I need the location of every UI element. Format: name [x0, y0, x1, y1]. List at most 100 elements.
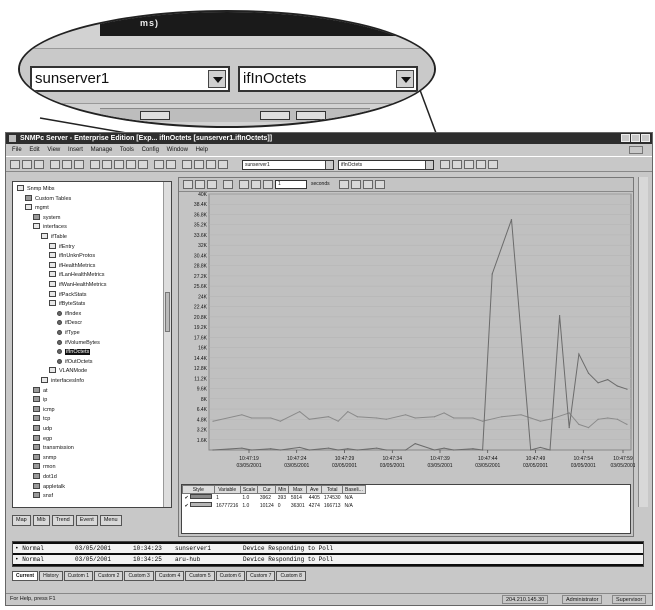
variable-combo-zoomed[interactable]: ifInOctets: [238, 66, 418, 92]
toolbar-button[interactable]: [34, 160, 44, 169]
chevron-down-icon[interactable]: [396, 70, 414, 88]
col-max[interactable]: Max: [288, 485, 308, 494]
tab-menu[interactable]: Menu: [99, 515, 122, 526]
row-check[interactable]: ✔: [183, 502, 215, 510]
tree-item[interactable]: ifPackStats: [49, 290, 87, 300]
toolbar-button[interactable]: [154, 160, 164, 169]
tree-item[interactable]: ifWanHealthMetrics: [49, 281, 106, 290]
tab-custom-6[interactable]: Custom 6: [215, 571, 246, 581]
toolbar-button[interactable]: [126, 160, 136, 169]
agent-select[interactable]: sunserver1: [242, 160, 334, 170]
toolbar-button[interactable]: [440, 160, 450, 169]
col-min[interactable]: Min: [275, 485, 290, 494]
row-check[interactable]: ✔: [183, 494, 215, 502]
tab-custom-1[interactable]: Custom 1: [63, 571, 94, 581]
tab-trend[interactable]: Trend: [51, 515, 74, 526]
col-total[interactable]: Total: [321, 485, 344, 494]
tree-item[interactable]: rmon: [33, 463, 56, 472]
col-ave[interactable]: Ave: [306, 485, 323, 494]
menu-config[interactable]: Config: [142, 147, 159, 153]
tree-item[interactable]: interfacesInfo: [41, 377, 84, 386]
toolbar-button[interactable]: [114, 160, 124, 169]
table-row[interactable]: ✔ 16777216 1.0 10124 0 36301 4274 166713…: [183, 502, 366, 510]
tree-item[interactable]: snsf: [33, 492, 53, 501]
close-button[interactable]: [641, 134, 650, 142]
tree-item[interactable]: ifType: [57, 329, 80, 338]
tree-item[interactable]: VLANMode: [49, 367, 87, 376]
tree-item[interactable]: ifVolumeBytes: [57, 339, 100, 348]
tree-item[interactable]: ifLanHealthMetrics: [49, 271, 105, 280]
toolbar-button[interactable]: [464, 160, 474, 169]
tree-item[interactable]: transmission: [33, 444, 74, 453]
toolbar-button[interactable]: [182, 160, 192, 169]
scrollbar-thumb[interactable]: [165, 292, 170, 332]
tree-item[interactable]: ifInUnknProtos: [49, 252, 95, 261]
tree-item[interactable]: egp: [33, 434, 52, 444]
tree-item[interactable]: udp: [33, 425, 52, 434]
toolbar-button[interactable]: [90, 160, 100, 169]
chart-tool-button[interactable]: [251, 180, 261, 189]
tree-item[interactable]: Snmp Mibs: [17, 185, 55, 194]
toolbar-button[interactable]: [206, 160, 216, 169]
tab-custom-3[interactable]: Custom 3: [124, 571, 154, 581]
tab-custom-5[interactable]: Custom 5: [185, 571, 215, 581]
col-cur[interactable]: Cur: [257, 485, 277, 494]
toolbar-button[interactable]: [10, 160, 20, 169]
chevron-down-icon[interactable]: [208, 70, 226, 88]
tree-item[interactable]: ifByteStats: [49, 300, 85, 309]
chart-tool-button[interactable]: [375, 180, 385, 189]
chart-tool-button[interactable]: [195, 180, 205, 189]
tree-item[interactable]: snmp: [33, 453, 56, 463]
menu-view[interactable]: View: [47, 147, 60, 153]
chevron-down-icon[interactable]: [425, 161, 433, 169]
tree-item[interactable]: system: [33, 213, 60, 223]
table-row[interactable]: ✔ 1 1.0 3962 393 5914 4405 174530 N/A: [183, 494, 366, 502]
toolbar-button[interactable]: [138, 160, 148, 169]
menu-manage[interactable]: Manage: [91, 147, 113, 153]
chart-tool-button[interactable]: [207, 180, 217, 189]
toolbar-button[interactable]: [476, 160, 486, 169]
chart-tool-button[interactable]: [339, 180, 349, 189]
tree-item[interactable]: ifOutOctets: [57, 358, 93, 367]
toolbar-button[interactable]: [218, 160, 228, 169]
toolbar-button[interactable]: [488, 160, 498, 169]
menu-edit[interactable]: Edit: [29, 147, 39, 153]
tab-custom-8[interactable]: Custom 8: [276, 571, 306, 581]
log-row[interactable]: • Normal 03/05/2001 10:34:25 aru-hub Dev…: [13, 555, 643, 564]
toolbar-button[interactable]: [62, 160, 72, 169]
menu-insert[interactable]: Insert: [68, 147, 83, 153]
chart-tool-button[interactable]: [239, 180, 249, 189]
tree-item[interactable]: dot1d: [33, 473, 57, 482]
variable-select[interactable]: ifInOctets: [338, 160, 434, 170]
chart-tool-button[interactable]: [263, 180, 273, 189]
tree-item[interactable]: mgmt: [25, 204, 49, 213]
col-style[interactable]: Style: [182, 485, 215, 494]
chart-tool-button[interactable]: [363, 180, 373, 189]
tree-item[interactable]: ifEntry: [49, 242, 75, 252]
agent-combo-zoomed[interactable]: sunserver1: [30, 66, 230, 92]
tab-custom-7[interactable]: Custom 7: [246, 571, 276, 581]
event-log[interactable]: • Normal 03/05/2001 10:34:23 sunserver1 …: [12, 541, 644, 567]
col-baseline[interactable]: Baseli...: [342, 485, 366, 494]
chevron-down-icon[interactable]: [325, 161, 333, 169]
tab-current[interactable]: Current: [12, 571, 39, 581]
menu-file[interactable]: File: [12, 147, 22, 153]
tree-item[interactable]: ifHealthMetrics: [49, 261, 95, 271]
toolbar-button[interactable]: [166, 160, 176, 169]
col-scale[interactable]: Scale: [239, 485, 259, 494]
chart-tool-button[interactable]: [223, 180, 233, 189]
tree-item[interactable]: at: [33, 386, 48, 396]
toolbar-button[interactable]: [452, 160, 462, 169]
tree-item[interactable]: ifInOctets: [57, 348, 91, 357]
mib-tree[interactable]: Snmp Mibs Custom Tables mgmt system interfac…: [12, 181, 172, 508]
chart-tool-button[interactable]: [183, 180, 193, 189]
tree-item[interactable]: Custom Tables: [25, 194, 71, 204]
menu-tools[interactable]: Tools: [120, 147, 134, 153]
tab-custom-2[interactable]: Custom 2: [94, 571, 124, 581]
tab-event[interactable]: Event: [75, 515, 98, 526]
tree-item[interactable]: ifIndex: [57, 310, 81, 319]
tree-item[interactable]: interfaces: [33, 223, 67, 232]
interval-spinner[interactable]: 1: [275, 180, 307, 189]
tree-item[interactable]: icmp: [33, 405, 55, 415]
tab-history[interactable]: History: [39, 571, 63, 581]
